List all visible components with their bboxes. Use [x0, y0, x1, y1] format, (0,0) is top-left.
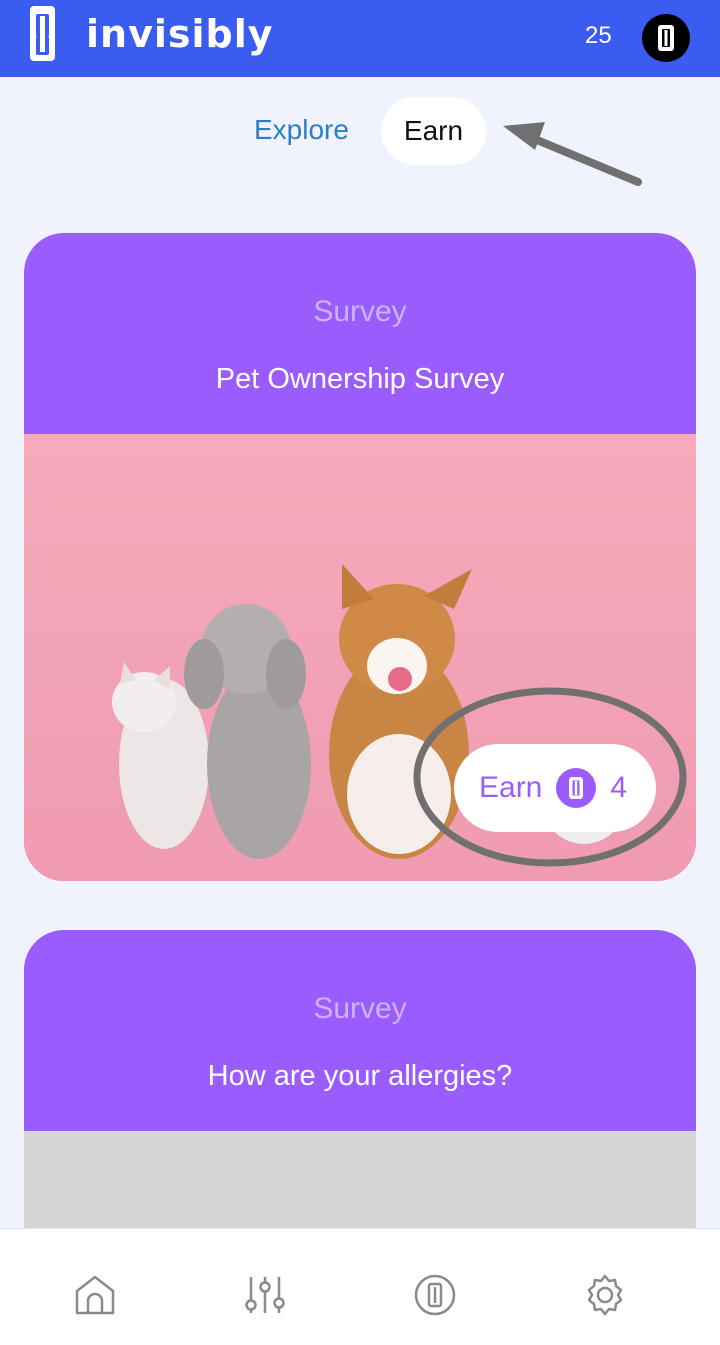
- bottom-navigation: [0, 1228, 720, 1345]
- gear-icon[interactable]: [583, 1273, 627, 1317]
- tab-explore[interactable]: Explore: [254, 114, 349, 146]
- card-header: Survey Pet Ownership Survey: [24, 233, 696, 434]
- annotation-ellipse: [413, 687, 687, 867]
- brand-name: invisibly: [86, 12, 274, 56]
- invisibly-coin-icon[interactable]: [413, 1273, 457, 1317]
- invisibly-coin-icon: [658, 25, 674, 51]
- card-type: Survey: [313, 992, 407, 1025]
- card-header: Survey How are your allergies?: [24, 930, 696, 1131]
- sliders-icon[interactable]: [243, 1273, 287, 1317]
- points-balance: 25: [585, 22, 612, 49]
- account-button[interactable]: [642, 14, 690, 62]
- card-type: Survey: [313, 295, 407, 328]
- tab-earn[interactable]: Earn: [381, 97, 486, 165]
- home-icon[interactable]: [73, 1273, 117, 1317]
- card-title: How are your allergies?: [207, 1060, 513, 1092]
- app-header: invisibly 25: [0, 0, 720, 77]
- card-title: Pet Ownership Survey: [215, 363, 505, 395]
- annotation-arrow: [503, 122, 642, 186]
- invisibly-logo-icon[interactable]: [30, 6, 55, 61]
